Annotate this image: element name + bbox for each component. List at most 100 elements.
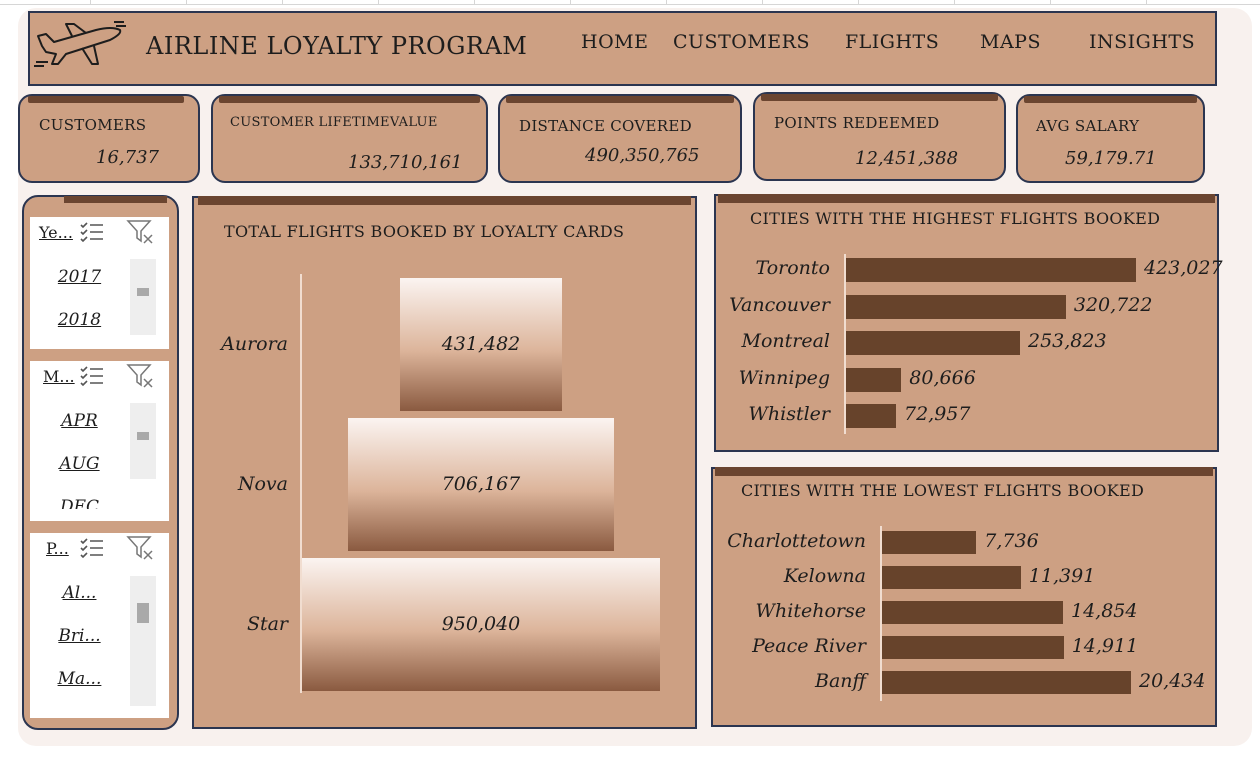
data-label: 253,823 bbox=[1028, 330, 1107, 352]
data-label: 72,957 bbox=[904, 403, 971, 425]
bar bbox=[846, 294, 1066, 319]
nav-customers[interactable]: CUSTOMERS bbox=[673, 31, 810, 53]
data-label: 11,391 bbox=[1028, 564, 1096, 587]
bar bbox=[846, 258, 1136, 282]
card-accent-bar bbox=[1024, 96, 1197, 103]
sheet-gridline bbox=[378, 0, 379, 5]
multi-select-icon[interactable] bbox=[80, 365, 104, 391]
multi-select-icon[interactable] bbox=[80, 221, 104, 247]
data-label: 320,722 bbox=[1073, 293, 1153, 316]
scrollbar-thumb[interactable] bbox=[137, 432, 149, 440]
slicer-item[interactable]: 2017 bbox=[52, 267, 107, 287]
category-label: Aurora bbox=[221, 332, 288, 355]
scrollbar-thumb[interactable] bbox=[137, 288, 149, 296]
bar bbox=[882, 531, 977, 554]
bar bbox=[882, 601, 1063, 624]
bar bbox=[846, 404, 896, 428]
kpi-value: 133,710,161 bbox=[348, 152, 463, 173]
top-cities-chart-panel: CITIES WITH THE HIGHEST FLIGHTS BOOKED 4… bbox=[714, 194, 1223, 452]
slicer-item-clip: DEC bbox=[30, 497, 126, 509]
sheet-gridline bbox=[282, 0, 283, 5]
chart-title: CITIES WITH THE HIGHEST FLIGHTS BOOKED bbox=[750, 209, 1161, 228]
slicer-item[interactable]: Ma... bbox=[52, 669, 107, 689]
data-label: 20,434 bbox=[1139, 669, 1206, 692]
sheet-gridline bbox=[762, 0, 763, 5]
card-accent-bar bbox=[28, 96, 184, 103]
slicer-item[interactable]: 2018 bbox=[52, 310, 107, 330]
bar bbox=[846, 331, 1020, 355]
nav-maps[interactable]: MAPS bbox=[980, 31, 1041, 53]
slicer-item[interactable]: Bri... bbox=[52, 626, 107, 646]
category-label: Peace River bbox=[752, 634, 866, 657]
sheet-gridline bbox=[666, 0, 667, 5]
category-label: Kelowna bbox=[783, 564, 866, 587]
bar bbox=[882, 566, 1021, 589]
category-label: Banff bbox=[815, 669, 866, 692]
chart-title: CITIES WITH THE LOWEST FLIGHTS BOOKED bbox=[741, 481, 1145, 500]
kpi-value: 12,451,388 bbox=[855, 148, 959, 169]
multi-select-icon[interactable] bbox=[80, 537, 104, 563]
card-accent-bar bbox=[64, 196, 167, 203]
scrollbar-thumb[interactable] bbox=[137, 603, 149, 623]
slicer-year[interactable]: Ye... 2017 2018 bbox=[30, 217, 169, 349]
category-label: Whitehorse bbox=[755, 599, 866, 622]
slicer-item[interactable]: DEC bbox=[52, 497, 107, 509]
bar bbox=[846, 367, 902, 392]
kpi-value: 490,350,765 bbox=[585, 145, 700, 166]
category-label: Whistler bbox=[748, 403, 830, 425]
clear-filter-icon[interactable] bbox=[126, 219, 154, 249]
data-label: 423,027 bbox=[1144, 257, 1223, 279]
slicer-item[interactable]: Al... bbox=[52, 583, 107, 603]
card-accent-bar bbox=[715, 467, 1213, 476]
data-label: 14,911 bbox=[1071, 634, 1139, 657]
kpi-value: 16,737 bbox=[96, 147, 159, 168]
sheet-gridline bbox=[186, 0, 187, 5]
loyalty-card-chart-panel: TOTAL FLIGHTS BOOKED BY LOYALTY CARDS 43… bbox=[192, 196, 697, 729]
kpi-label: POINTS REDEEMED bbox=[774, 114, 940, 132]
nav-flights[interactable]: FLIGHTS bbox=[845, 31, 939, 53]
scrollbar[interactable] bbox=[130, 259, 156, 335]
sheet-gridline bbox=[90, 0, 91, 5]
sheet-gridline bbox=[1146, 0, 1147, 5]
data-label: 7,736 bbox=[984, 529, 1039, 552]
card-accent-bar bbox=[718, 194, 1215, 203]
slicer-province[interactable]: P... Al... Bri... Ma... bbox=[30, 533, 169, 718]
sheet-gridline bbox=[0, 4, 1260, 5]
card-accent-bar bbox=[219, 96, 480, 103]
kpi-card-lifetime-value: CUSTOMER LIFETIMEVALUE 133,710,161 bbox=[211, 94, 488, 183]
scrollbar[interactable] bbox=[130, 403, 156, 479]
kpi-label: AVG SALARY bbox=[1036, 117, 1140, 135]
bottom-cities-chart-panel: CITIES WITH THE LOWEST FLIGHTS BOOKED 7,… bbox=[711, 467, 1217, 727]
category-label: Charlottetown bbox=[727, 529, 866, 552]
card-accent-bar bbox=[198, 196, 691, 205]
sheet-gridline bbox=[474, 0, 475, 5]
sheet-gridline bbox=[570, 0, 571, 5]
airplane-icon bbox=[32, 20, 128, 74]
slicer-header: M... bbox=[43, 367, 75, 386]
kpi-value: 59,179.71 bbox=[1065, 148, 1157, 169]
sheet-gridline bbox=[954, 0, 955, 5]
chart-title: TOTAL FLIGHTS BOOKED BY LOYALTY CARDS bbox=[224, 222, 625, 241]
category-label: Nova bbox=[237, 472, 288, 495]
nav-home[interactable]: HOME bbox=[581, 31, 648, 53]
slicer-item[interactable]: APR bbox=[52, 411, 107, 431]
nav-insights[interactable]: INSIGHTS bbox=[1089, 31, 1195, 53]
page-title: AIRLINE LOYALTY PROGRAM bbox=[146, 32, 528, 60]
bar bbox=[882, 636, 1064, 659]
scrollbar[interactable] bbox=[130, 576, 156, 706]
card-accent-bar bbox=[506, 96, 734, 103]
sheet-gridline bbox=[1050, 0, 1051, 5]
category-label: Star bbox=[246, 612, 288, 635]
slicer-header: P... bbox=[46, 539, 69, 558]
kpi-label: CUSTOMERS bbox=[39, 116, 147, 134]
category-label: Montreal bbox=[741, 330, 831, 352]
kpi-card-points-redeemed: POINTS REDEEMED 12,451,388 bbox=[753, 92, 1006, 181]
clear-filter-icon[interactable] bbox=[126, 535, 154, 565]
kpi-card-avg-salary: AVG SALARY 59,179.71 bbox=[1016, 94, 1205, 183]
data-label: 431,482 bbox=[441, 332, 521, 355]
slicer-item[interactable]: AUG bbox=[52, 454, 107, 474]
sheet-gridline bbox=[858, 0, 859, 5]
kpi-card-distance: DISTANCE COVERED 490,350,765 bbox=[498, 94, 742, 183]
slicer-month[interactable]: M... APR AUG DEC bbox=[30, 361, 169, 521]
clear-filter-icon[interactable] bbox=[126, 363, 154, 393]
